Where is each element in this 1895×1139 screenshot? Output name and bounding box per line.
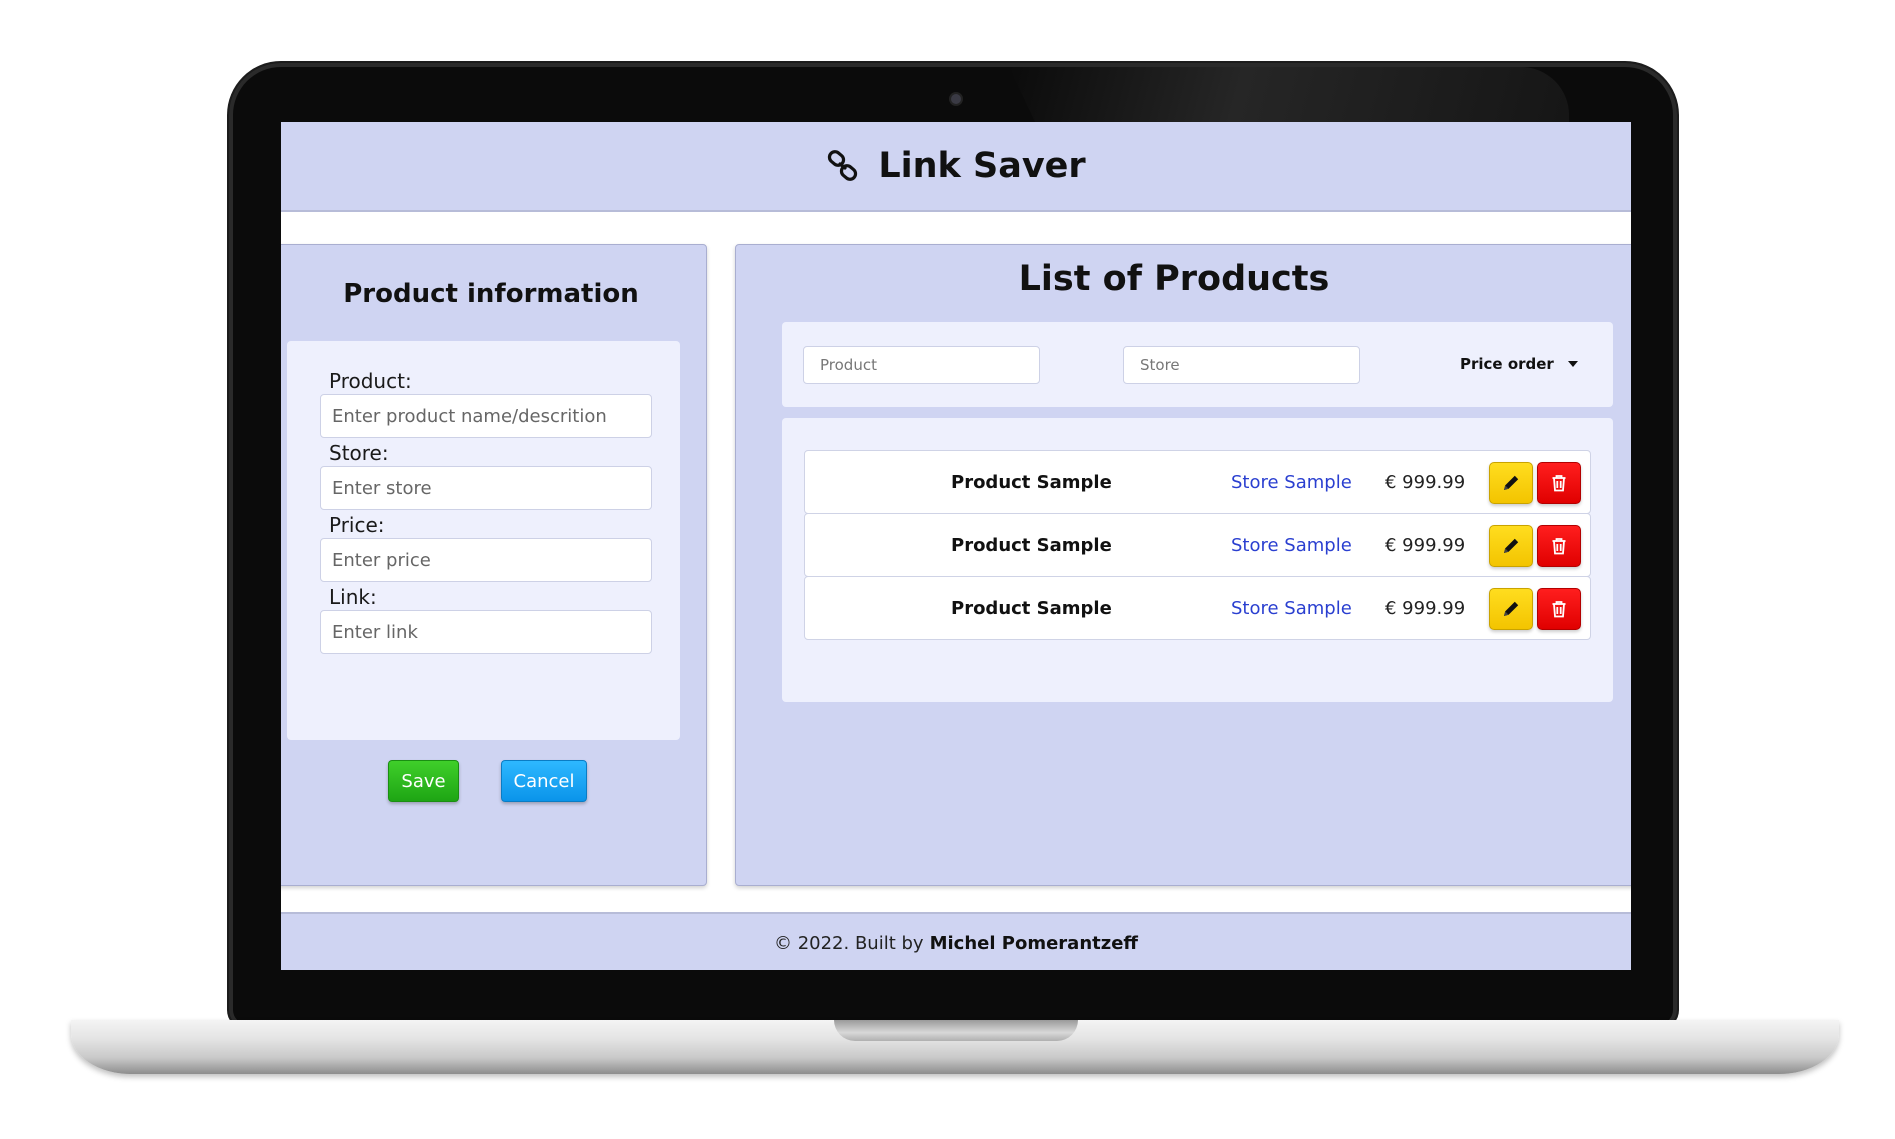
product-row: Product Sample Store Sample € 999.99 [804, 450, 1591, 514]
cancel-button[interactable]: Cancel [501, 760, 587, 802]
app-header: Link Saver [281, 122, 1631, 212]
form-title: Product information [343, 279, 639, 309]
pencil-icon [1504, 475, 1519, 490]
store-link[interactable]: Store Sample [1231, 598, 1352, 619]
product-row: Product Sample Store Sample € 999.99 [804, 513, 1591, 577]
caret-down-icon [1567, 361, 1578, 367]
trash-icon [1552, 538, 1566, 555]
store-filter-input[interactable] [1123, 346, 1360, 384]
edit-button[interactable] [1489, 525, 1533, 567]
form-card: Product: Store: Price: Link: [287, 341, 680, 740]
link-input[interactable] [320, 610, 652, 654]
laptop-notch [834, 1020, 1078, 1041]
product-name: Product Sample [951, 598, 1112, 619]
pencil-icon [1504, 538, 1519, 553]
store-input[interactable] [320, 466, 652, 510]
app-title: Link Saver [878, 146, 1086, 186]
trash-icon [1552, 475, 1566, 492]
filter-bar: Price order [782, 322, 1613, 407]
delete-button[interactable] [1537, 462, 1581, 504]
product-price: € 999.99 [1385, 535, 1466, 556]
store-link[interactable]: Store Sample [1231, 535, 1352, 556]
price-order-label: Price order [1460, 355, 1554, 373]
footer: © 2022. Built by Michel Pomerantzeff [281, 912, 1631, 970]
link-icon [828, 150, 858, 181]
trash-icon [1552, 601, 1566, 618]
app-screen: Link Saver Product information Product: … [281, 122, 1631, 970]
price-input[interactable] [320, 538, 652, 582]
product-price: € 999.99 [1385, 598, 1466, 619]
save-button[interactable]: Save [388, 760, 459, 802]
pencil-icon [1504, 601, 1519, 616]
edit-button[interactable] [1489, 462, 1533, 504]
product-price: € 999.99 [1385, 472, 1466, 493]
product-name: Product Sample [951, 535, 1112, 556]
price-label: Price: [329, 513, 385, 537]
product-input[interactable] [320, 394, 652, 438]
camera-icon [951, 94, 961, 104]
link-label: Link: [329, 585, 377, 609]
edit-button[interactable] [1489, 588, 1533, 630]
store-link[interactable]: Store Sample [1231, 472, 1352, 493]
product-list-panel: List of Products Price order Product Sam… [735, 244, 1631, 886]
product-row: Product Sample Store Sample € 999.99 [804, 576, 1591, 640]
delete-button[interactable] [1537, 588, 1581, 630]
product-form-panel: Product information Product: Store: Pric… [281, 244, 707, 886]
product-list: Product Sample Store Sample € 999.99 Pro… [782, 418, 1613, 702]
footer-author: Michel Pomerantzeff [929, 932, 1139, 954]
price-order-dropdown[interactable]: Price order [1460, 355, 1578, 373]
product-name: Product Sample [951, 472, 1112, 493]
delete-button[interactable] [1537, 525, 1581, 567]
product-filter-input[interactable] [803, 346, 1040, 384]
list-title: List of Products [1018, 259, 1330, 299]
footer-text: © 2022. Built by [773, 932, 924, 954]
product-label: Product: [329, 369, 412, 393]
store-label: Store: [329, 441, 389, 465]
